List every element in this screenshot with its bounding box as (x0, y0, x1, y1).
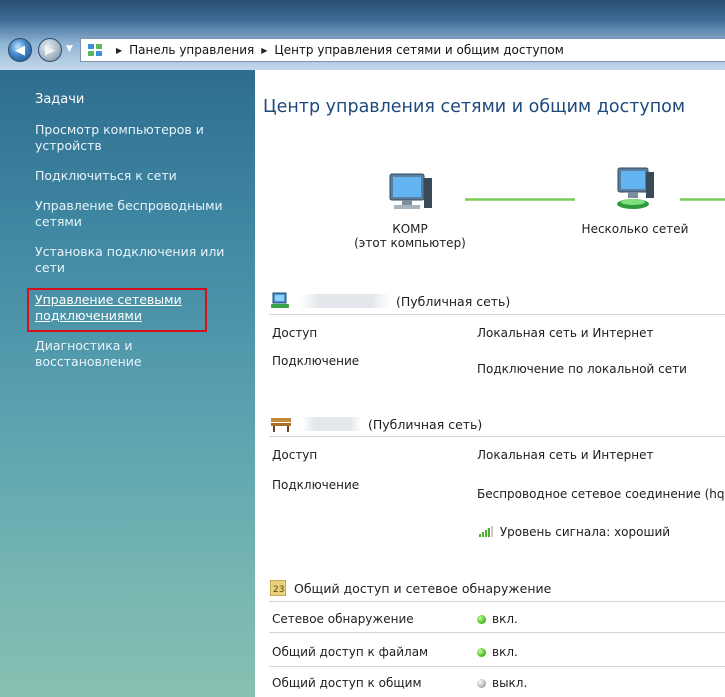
network1-access-label: Доступ (272, 326, 318, 340)
connection-line (465, 198, 575, 201)
network2-header: (Публичная сеть) (270, 413, 482, 435)
sidebar-item-diagnostics[interactable]: Диагностика и восстановление (35, 338, 235, 370)
computer-label: КОМР (этот компьютер) (345, 222, 475, 250)
sharing-files-value[interactable]: вкл. (477, 645, 518, 659)
breadcrumb-control-panel[interactable]: Панель управления (129, 43, 254, 57)
bench-icon (270, 415, 292, 433)
connection-line-2 (680, 198, 725, 201)
divider (269, 314, 725, 315)
networks-label: Несколько сетей (581, 222, 689, 236)
network1-connection-label: Подключение (272, 354, 360, 368)
computer-sub: (этот компьютер) (354, 236, 466, 250)
sharing-title: Общий доступ и сетевое обнаружение (294, 580, 552, 596)
network2-access-label: Доступ (272, 448, 318, 462)
network-icon (270, 292, 290, 310)
page-title: Центр управления сетями и общим доступом (263, 97, 686, 117)
sidebar-title: Задачи (35, 92, 85, 107)
breadcrumb-network-center[interactable]: Центр управления сетями и общим доступом (274, 43, 563, 57)
network2-connection-value[interactable]: Беспроводное сетевое соединение (hq (477, 487, 724, 501)
sidebar-item-connect-network[interactable]: Подключиться к сети (35, 168, 235, 184)
network1-header: (Публичная сеть) (270, 290, 510, 312)
divider (269, 632, 725, 633)
divider (269, 601, 725, 602)
network2-access-value: Локальная сеть и Интернет (477, 448, 654, 462)
network1-type: (Публичная сеть) (396, 293, 511, 309)
main-content: Центр управления сетями и общим доступом… (255, 70, 725, 697)
breadcrumb-separator-icon: ▶ (116, 45, 123, 55)
signal-strength: Уровень сигнала: хороший (479, 525, 670, 539)
sharing-discovery-value[interactable]: вкл. (477, 612, 518, 626)
sidebar-item-manage-wireless[interactable]: Управление беспроводными сетями (35, 198, 235, 230)
status-on-icon (477, 615, 486, 624)
sharing-discovery-label: Сетевое обнаружение (272, 612, 414, 626)
task-sidebar: Задачи Просмотр компьютеров и устройств … (0, 70, 255, 697)
address-bar[interactable]: ▶ Панель управления ▶ Центр управления с… (80, 38, 725, 62)
sidebar-item-setup-connection[interactable]: Установка подключения или сети (35, 244, 235, 276)
sharing-public-value[interactable]: выкл. (477, 676, 527, 690)
signal-text: Уровень сигнала: хороший (499, 525, 671, 539)
status-on-icon (477, 648, 486, 657)
svg-text:23: 23 (273, 585, 284, 595)
status-off-icon (477, 679, 486, 688)
sharing-public-label: Общий доступ к общим (272, 676, 422, 690)
history-dropdown-icon[interactable]: ▼ (66, 44, 73, 54)
computer-icon[interactable] (380, 172, 440, 219)
signal-bars-icon (479, 526, 493, 537)
sharing-icon: 23 (269, 579, 287, 597)
network-name-redacted (300, 294, 390, 308)
network1-access-value: Локальная сеть и Интернет (477, 326, 654, 340)
divider (269, 666, 725, 667)
network1-connection-value[interactable]: Подключение по локальной сети (477, 362, 687, 376)
divider (269, 436, 725, 437)
forward-button[interactable]: ▶ (38, 38, 62, 62)
sidebar-item-view-computers[interactable]: Просмотр компьютеров и устройств (35, 122, 235, 154)
computer-name: КОМР (392, 222, 428, 236)
back-button[interactable]: ◀ (8, 38, 32, 62)
sharing-header: 23 Общий доступ и сетевое обнаружение (269, 577, 552, 599)
breadcrumb-separator-icon: ▶ (261, 45, 268, 55)
control-panel-icon (87, 42, 103, 58)
network2-connection-label: Подключение (272, 478, 360, 492)
highlight-frame (27, 288, 207, 332)
multiple-networks-icon[interactable] (603, 166, 663, 221)
network2-type: (Публичная сеть) (368, 416, 483, 432)
window-toolbar: ◀ ▶ ▼ ▶ Панель управления ▶ Центр управл… (0, 0, 725, 70)
sharing-files-label: Общий доступ к файлам (272, 645, 429, 659)
network-name-redacted (302, 417, 362, 431)
